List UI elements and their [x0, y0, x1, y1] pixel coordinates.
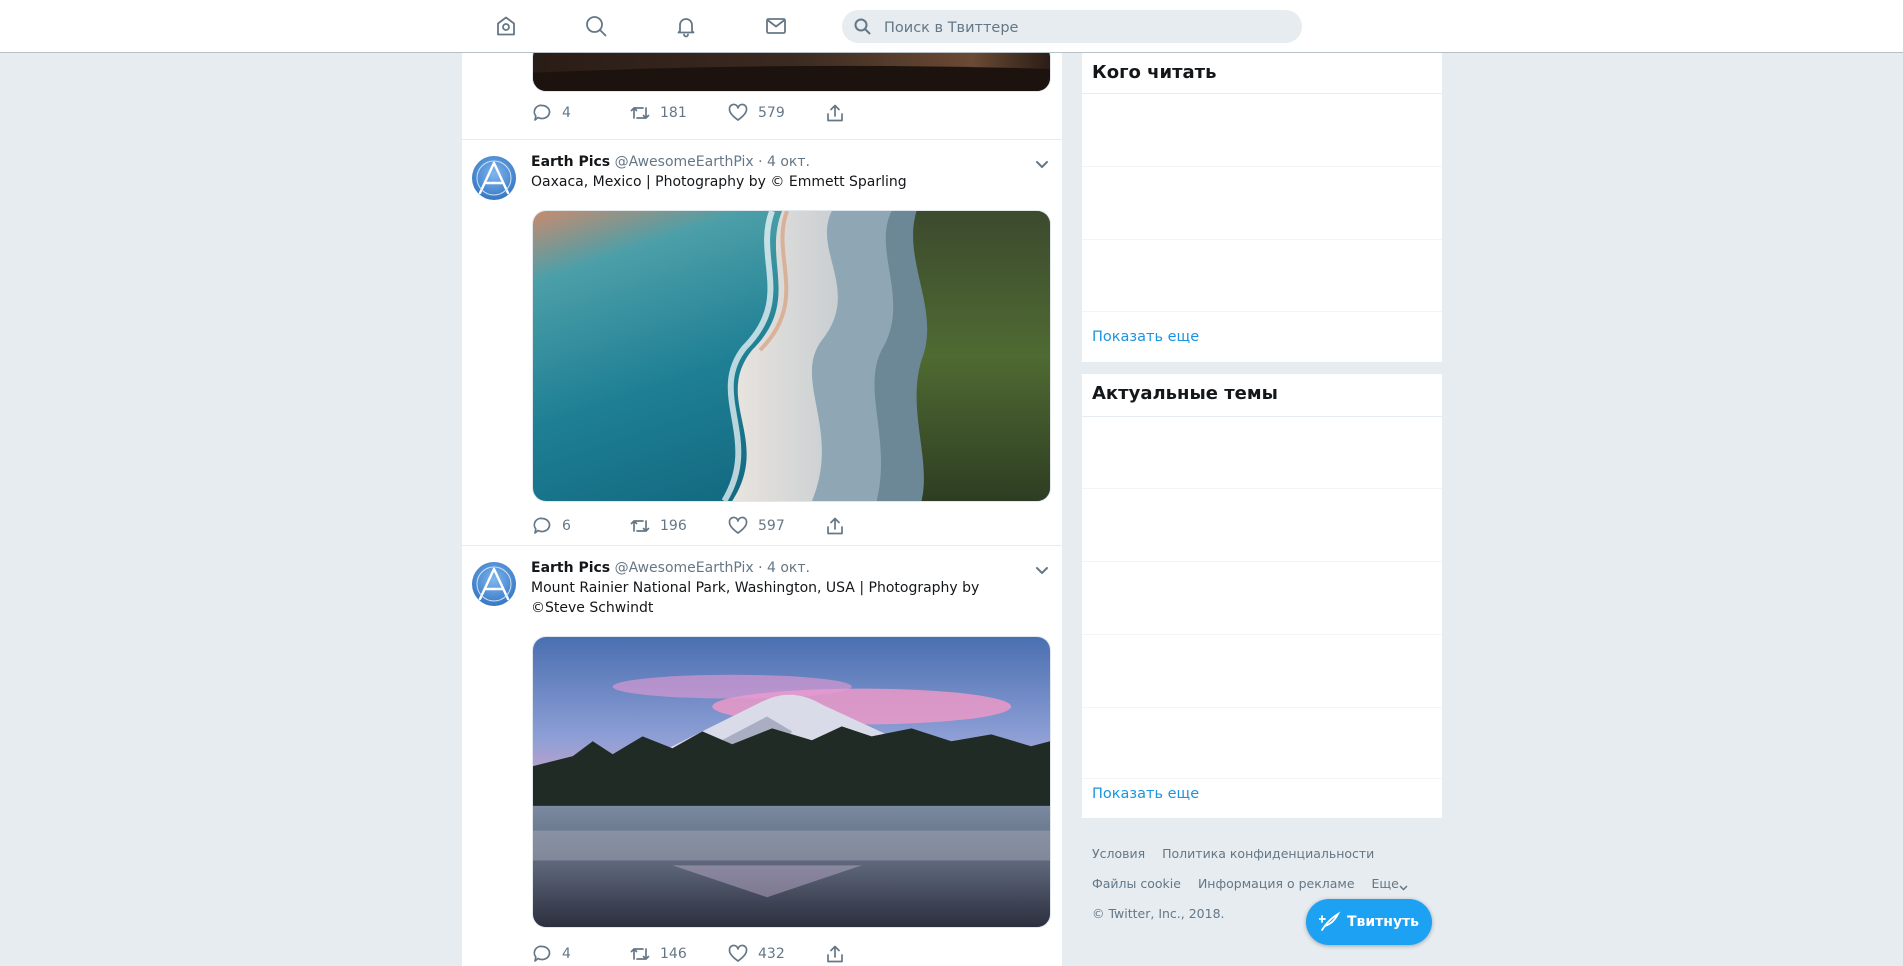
reply-count: 4: [562, 105, 571, 121]
retweet-icon: [630, 107, 650, 119]
tweet-media-partial[interactable]: [532, 53, 1051, 92]
search-icon: [854, 18, 871, 35]
tweet-header: Earth Pics @AwesomeEarthPix · 4 окт.: [531, 154, 810, 170]
separator: ·: [758, 560, 763, 576]
retweet-button[interactable]: 196: [630, 516, 687, 536]
show-more-link[interactable]: Показать еще: [1092, 329, 1199, 345]
divider: [1082, 93, 1442, 94]
compose-tweet-button[interactable]: Твитнуть: [1306, 899, 1432, 945]
divider: [1082, 166, 1442, 167]
retweet-count: 146: [660, 946, 687, 962]
tweet[interactable]: Earth Pics @AwesomeEarthPix · 4 окт. Oax…: [462, 139, 1062, 545]
footer-row: Условия Политика конфиденциальности: [1092, 846, 1387, 861]
reply-count: 6: [562, 518, 571, 534]
divider: [1082, 239, 1442, 240]
separator: ·: [758, 154, 763, 170]
copyright: © Twitter, Inc., 2018.: [1092, 906, 1225, 921]
reply-button[interactable]: 4: [532, 103, 571, 123]
trends-module: Актуальные темы Показать еще: [1082, 374, 1442, 818]
timeline: 4 181 579 Earth Pics @AwesomeEarthPix · …: [462, 53, 1062, 966]
tweet-text: Mount Rainier National Park, Washington,…: [531, 580, 980, 616]
messages-icon[interactable]: [763, 13, 789, 39]
like-button[interactable]: 579: [728, 103, 785, 123]
tweet-photo[interactable]: [532, 210, 1051, 502]
reply-button[interactable]: 4: [532, 944, 571, 964]
tweet-actions: 4 146 432: [532, 944, 932, 964]
explore-icon[interactable]: [583, 13, 609, 39]
share-button[interactable]: [825, 516, 845, 536]
like-count: 432: [758, 946, 785, 962]
footer-link-privacy[interactable]: Политика конфиденциальности: [1162, 846, 1374, 861]
divider: [1082, 707, 1442, 708]
share-button[interactable]: [825, 103, 845, 123]
divider: [1082, 311, 1442, 312]
retweet-button[interactable]: 181: [630, 103, 687, 123]
heart-icon: [728, 944, 748, 962]
top-navigation-bar: [0, 0, 1903, 53]
reply-icon: [533, 517, 551, 534]
divider: [1082, 416, 1442, 417]
who-to-follow-title: Кого читать: [1092, 62, 1217, 83]
author-handle[interactable]: @AwesomeEarthPix: [615, 154, 754, 170]
notifications-icon[interactable]: [673, 13, 699, 39]
tweet-actions: 4 181 579: [532, 103, 932, 123]
compose-quill-icon: [1318, 911, 1341, 931]
avatar[interactable]: [472, 562, 516, 606]
footer-row: Файлы cookie Информация о рекламе Еще: [1092, 876, 1408, 891]
divider: [1082, 778, 1442, 779]
search-input[interactable]: [882, 10, 1286, 45]
share-icon: [827, 104, 843, 122]
tweet-header: Earth Pics @AwesomeEarthPix · 4 окт.: [531, 560, 810, 576]
tweet-actions: 6 196 597: [532, 516, 932, 536]
chevron-down-icon[interactable]: [1034, 156, 1050, 172]
footer-link-terms[interactable]: Условия: [1092, 846, 1145, 861]
chevron-down-icon: [1399, 880, 1408, 891]
like-count: 579: [758, 105, 785, 121]
reply-icon: [533, 104, 551, 121]
like-count: 597: [758, 518, 785, 534]
tweet-photo[interactable]: [532, 636, 1051, 928]
compose-tweet-label: Твитнуть: [1346, 914, 1420, 930]
reply-count: 4: [562, 946, 571, 962]
share-icon: [827, 945, 843, 963]
footer-link-ads-info[interactable]: Информация о рекламе: [1198, 876, 1355, 891]
heart-icon: [728, 103, 748, 121]
divider: [1082, 488, 1442, 489]
tweet-text: Oaxaca, Mexico | Photography by © Emmett…: [531, 174, 907, 190]
footer-link-more[interactable]: Еще: [1372, 876, 1408, 891]
share-icon: [827, 517, 843, 535]
share-button[interactable]: [825, 944, 845, 964]
like-button[interactable]: 432: [728, 944, 785, 964]
retweet-button[interactable]: 146: [630, 944, 687, 964]
retweet-count: 181: [660, 105, 687, 121]
reply-button[interactable]: 6: [532, 516, 571, 536]
avatar[interactable]: [472, 156, 516, 200]
retweet-count: 196: [660, 518, 687, 534]
footer-more-label: Еще: [1371, 876, 1399, 891]
search-box[interactable]: [842, 10, 1302, 45]
author-handle[interactable]: @AwesomeEarthPix: [615, 560, 754, 576]
retweet-icon: [630, 520, 650, 532]
divider: [1082, 634, 1442, 635]
author-name[interactable]: Earth Pics: [531, 560, 610, 576]
trends-title: Актуальные темы: [1092, 383, 1278, 404]
like-button[interactable]: 597: [728, 516, 785, 536]
author-name[interactable]: Earth Pics: [531, 154, 610, 170]
show-more-link[interactable]: Показать еще: [1092, 786, 1199, 802]
tweet-date[interactable]: 4 окт.: [767, 154, 810, 170]
retweet-icon: [630, 948, 650, 960]
reply-icon: [533, 945, 551, 962]
heart-icon: [728, 516, 748, 534]
chevron-down-icon[interactable]: [1034, 562, 1050, 578]
home-icon[interactable]: [493, 13, 519, 39]
footer-link-cookies[interactable]: Файлы cookie: [1092, 876, 1181, 891]
tweet-date[interactable]: 4 окт.: [767, 560, 810, 576]
divider: [1082, 561, 1442, 562]
tweet[interactable]: Earth Pics @AwesomeEarthPix · 4 окт. Mou…: [462, 545, 1062, 966]
who-to-follow-module: Кого читать Показать еще: [1082, 53, 1442, 362]
